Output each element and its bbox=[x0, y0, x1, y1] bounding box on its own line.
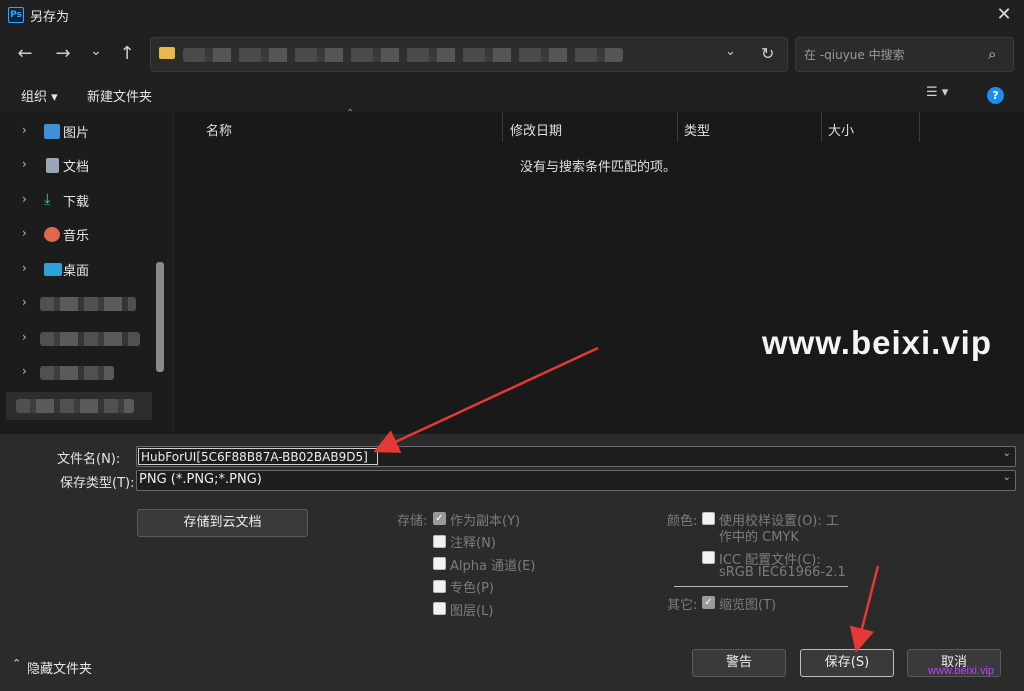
column-divider[interactable] bbox=[677, 112, 678, 142]
refresh-icon[interactable]: ↻ bbox=[761, 44, 774, 63]
blurred-label bbox=[40, 332, 140, 346]
back-arrow-icon[interactable]: ← bbox=[12, 41, 38, 67]
blurred-label bbox=[40, 297, 136, 311]
folder-icon bbox=[159, 47, 175, 59]
collapse-chevron-icon[interactable]: ⌃ bbox=[12, 657, 21, 670]
column-header-size[interactable]: 大小 bbox=[828, 120, 854, 139]
chevron-down-icon[interactable]: ⌄ bbox=[1003, 448, 1011, 459]
close-icon[interactable]: ✕ bbox=[994, 5, 1014, 25]
storage-label: 存储: bbox=[397, 514, 428, 529]
watermark: www.beixi.vip bbox=[762, 324, 992, 361]
sidebar-item-desktop[interactable]: › 桌面 bbox=[0, 255, 160, 285]
filetype-select[interactable]: PNG (*.PNG;*.PNG) ⌄ bbox=[136, 470, 1016, 491]
sidebar-item-label: 下载 bbox=[63, 195, 90, 210]
filetype-label: 保存类型(T): bbox=[60, 476, 135, 491]
filename-label: 文件名(N): bbox=[57, 452, 121, 467]
expand-chevron-icon[interactable]: › bbox=[22, 364, 27, 378]
use-proof-setup-checkbox[interactable] bbox=[702, 512, 715, 525]
as-copy-checkbox[interactable]: ✓ bbox=[433, 512, 446, 525]
notes-checkbox[interactable] bbox=[433, 535, 446, 548]
address-dropdown-chevron-icon[interactable]: ⌄ bbox=[725, 44, 736, 59]
window-title: 另存为 bbox=[30, 10, 70, 25]
column-divider[interactable] bbox=[502, 112, 503, 142]
expand-chevron-icon[interactable]: › bbox=[22, 226, 27, 240]
alpha-channels-label: Alpha 通道(E) bbox=[450, 559, 536, 574]
column-divider[interactable] bbox=[919, 112, 920, 142]
sidebar-item-selected-blurred[interactable] bbox=[6, 392, 152, 420]
expand-chevron-icon[interactable]: › bbox=[22, 157, 27, 171]
sidebar-item-blurred[interactable]: › bbox=[0, 324, 160, 354]
sidebar-item-blurred[interactable]: › bbox=[0, 289, 160, 319]
divider bbox=[674, 586, 848, 587]
new-folder-button[interactable]: 新建文件夹 bbox=[87, 86, 152, 105]
filetype-value: PNG (*.PNG;*.PNG) bbox=[139, 472, 262, 487]
thumbnail-checkbox[interactable]: ✓ bbox=[702, 596, 715, 609]
hide-folders-button[interactable]: 隐藏文件夹 bbox=[27, 658, 92, 677]
empty-results-message: 没有与搜索条件匹配的项。 bbox=[520, 160, 677, 175]
use-proof-setup-label-cont: 作中的 CMYK bbox=[719, 530, 799, 545]
icc-profile-value: sRGB IEC61966-2.1 bbox=[719, 565, 846, 580]
up-arrow-icon[interactable]: ↑ bbox=[114, 41, 140, 67]
documents-icon bbox=[46, 158, 59, 173]
forward-arrow-icon[interactable]: → bbox=[50, 41, 76, 67]
pictures-icon bbox=[44, 124, 60, 139]
other-label: 其它: bbox=[667, 598, 698, 613]
view-options-icon[interactable]: ☰ ▾ bbox=[926, 85, 948, 100]
expand-chevron-icon[interactable]: › bbox=[22, 192, 27, 206]
sidebar-item-label: 文档 bbox=[63, 160, 90, 175]
photoshop-app-icon: Ps bbox=[8, 7, 24, 23]
expand-chevron-icon[interactable]: › bbox=[22, 295, 27, 309]
as-copy-label: 作为副本(Y) bbox=[450, 514, 521, 529]
expand-chevron-icon[interactable]: › bbox=[22, 261, 27, 275]
sidebar-item-pictures[interactable]: › 图片 bbox=[0, 117, 160, 147]
search-input[interactable] bbox=[796, 38, 986, 71]
save-to-cloud-button[interactable]: 存储到云文档 bbox=[137, 509, 308, 537]
address-path-blurred bbox=[183, 48, 623, 62]
sidebar-item-blurred[interactable]: › bbox=[0, 358, 160, 388]
sidebar-item-music[interactable]: › 音乐 bbox=[0, 220, 160, 250]
save-button[interactable]: 保存(S) bbox=[800, 649, 894, 677]
expand-chevron-icon[interactable]: › bbox=[22, 330, 27, 344]
search-icon[interactable]: ⌕ bbox=[988, 45, 996, 63]
navigation-pane: › 图片 › 文档 › ⤓ 下载 › 音乐 › 桌面 › › › bbox=[0, 112, 172, 434]
sidebar-item-label: 音乐 bbox=[63, 229, 90, 244]
column-divider[interactable] bbox=[821, 112, 822, 142]
help-icon[interactable]: ? bbox=[987, 87, 1004, 104]
color-label: 颜色: bbox=[667, 514, 698, 529]
sort-ascending-icon: ⌃ bbox=[346, 108, 355, 119]
chevron-down-icon[interactable]: ⌄ bbox=[1003, 472, 1011, 483]
column-header-date-modified[interactable]: 修改日期 bbox=[510, 120, 562, 139]
desktop-icon bbox=[44, 263, 62, 276]
blurred-label bbox=[40, 366, 114, 380]
spot-colors-checkbox[interactable] bbox=[433, 580, 446, 593]
sidebar-scrollbar[interactable] bbox=[156, 262, 164, 372]
filename-input[interactable] bbox=[138, 448, 378, 465]
expand-chevron-icon[interactable]: › bbox=[22, 123, 27, 137]
title-bar: Ps 另存为 ✕ bbox=[0, 0, 1024, 30]
filename-combobox[interactable]: ⌄ bbox=[136, 446, 1016, 467]
blurred-label bbox=[16, 399, 134, 413]
notes-label: 注释(N) bbox=[450, 536, 496, 551]
thumbnail-label: 缩览图(T) bbox=[719, 598, 777, 613]
address-bar[interactable]: ⌄ ↻ bbox=[150, 37, 788, 72]
column-header-type[interactable]: 类型 bbox=[684, 120, 710, 139]
layers-label: 图层(L) bbox=[450, 604, 494, 619]
icc-profile-checkbox[interactable] bbox=[702, 551, 715, 564]
watermark-small: www.beixi.vip bbox=[928, 665, 995, 677]
search-box[interactable]: ⌕ bbox=[795, 37, 1014, 72]
sidebar-item-label: 桌面 bbox=[63, 264, 90, 279]
downloads-icon: ⤓ bbox=[44, 190, 51, 208]
sidebar-item-documents[interactable]: › 文档 bbox=[0, 151, 160, 181]
sidebar-item-label: 图片 bbox=[63, 126, 90, 141]
sidebar-item-downloads[interactable]: › ⤓ 下载 bbox=[0, 186, 160, 216]
recent-locations-chevron-icon[interactable]: ⌄ bbox=[83, 38, 109, 64]
warning-button[interactable]: 警告 bbox=[692, 649, 786, 677]
file-list: ⌃ 名称 修改日期 类型 大小 没有与搜索条件匹配的项。 bbox=[174, 108, 1024, 434]
music-icon bbox=[44, 227, 60, 242]
organize-menu-button[interactable]: 组织 ▾ bbox=[21, 86, 58, 105]
column-header-name[interactable]: 名称 bbox=[206, 120, 232, 139]
layers-checkbox[interactable] bbox=[433, 602, 446, 615]
spot-colors-label: 专色(P) bbox=[450, 581, 494, 596]
alpha-channels-checkbox[interactable] bbox=[433, 557, 446, 570]
